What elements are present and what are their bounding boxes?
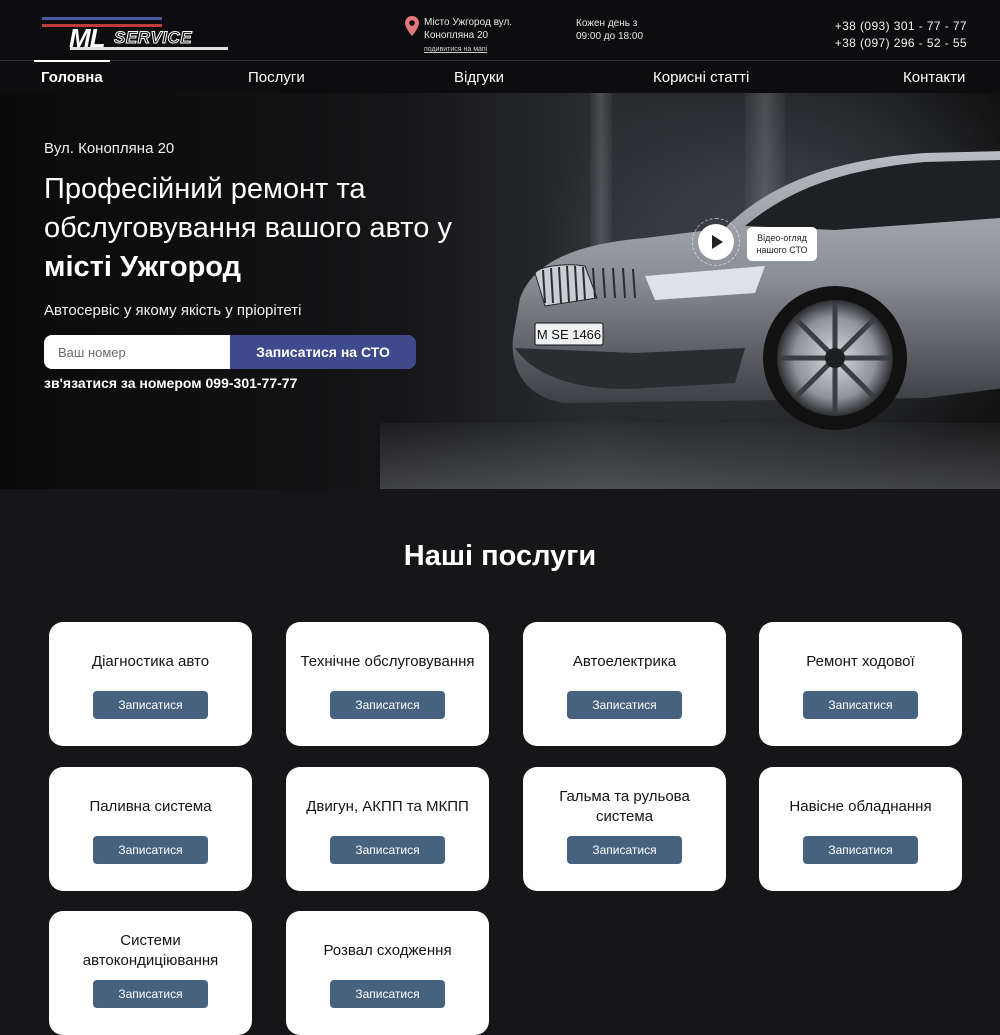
logo-ml-text: ML (69, 23, 106, 53)
service-card-title: Діагностика авто (57, 622, 244, 688)
hero-title-bold: місті Ужгород (44, 251, 242, 283)
service-book-button[interactable]: Записатися (330, 980, 445, 1008)
service-book-button[interactable]: Записатися (93, 691, 208, 719)
hours-line-1: Кожен день з (576, 18, 638, 29)
service-card-title-text: Розвал сходження (323, 942, 452, 959)
service-book-button[interactable]: Записатися (93, 980, 208, 1008)
service-card: Паливна система Записатися (49, 767, 252, 891)
service-card-title: Гальма та рульова система (531, 767, 718, 833)
phone-link-1[interactable]: +38 (093) 301 - 77 - 77 (835, 18, 967, 35)
service-card-title-text: Ремонт ходової (806, 653, 915, 670)
view-on-map-link[interactable]: подивитися на мапі (424, 43, 512, 56)
service-card-title-text: Системи автокондиціювання (82, 932, 219, 969)
hero-subtitle: Автосервіс у якому якість у пріорітеті (44, 302, 302, 319)
service-card-title-text: Навісне обладнання (789, 798, 932, 815)
license-plate-text: M SE 1466 (537, 327, 601, 342)
service-book-button[interactable]: Записатися (803, 836, 918, 864)
hero-address: Вул. Конопляна 20 (44, 140, 175, 157)
nav-item-reviews[interactable]: Відгуки (454, 69, 504, 86)
header-phones: +38 (093) 301 - 77 - 77 +38 (097) 296 - … (835, 18, 967, 52)
service-book-button[interactable]: Записатися (567, 691, 682, 719)
service-card-title-text: Двигун, АКПП та МКПП (306, 798, 469, 815)
call-number-text[interactable]: зв'язатися за номером 099-301-77-77 (44, 375, 297, 391)
service-book-button[interactable]: Записатися (93, 836, 208, 864)
hero-section: M SE 1466 Вул. Конопляна 20 Професійний … (0, 93, 1000, 489)
map-pin-icon (405, 16, 419, 36)
logo-stripe-blue (42, 17, 162, 20)
service-card-title: Автоелектрика (531, 622, 718, 688)
service-card: Ремонт ходової Записатися (759, 622, 962, 746)
service-card-title-text: Паливна система (89, 798, 212, 815)
service-card-title-text: Автоелектрика (572, 653, 677, 670)
working-hours: Кожен день з 09:00 до 18:00 (576, 17, 643, 43)
service-card: Розвал сходження Записатися (286, 911, 489, 1035)
phone-link-2[interactable]: +38 (097) 296 - 52 - 55 (835, 35, 967, 52)
service-book-button[interactable]: Записатися (330, 691, 445, 719)
nav-item-home[interactable]: Головна (34, 60, 110, 86)
service-card-title: Системи автокондиціювання (57, 911, 244, 977)
service-card: Навісне обладнання Записатися (759, 767, 962, 891)
service-card-title: Двигун, АКПП та МКПП (294, 767, 481, 833)
service-book-button[interactable]: Записатися (330, 836, 445, 864)
nav-item-contacts[interactable]: Контакти (903, 69, 965, 86)
address-line-2: Конопляна 20 (424, 30, 489, 41)
service-book-button[interactable]: Записатися (803, 691, 918, 719)
service-book-button[interactable]: Записатися (567, 836, 682, 864)
hero-title: Професійний ремонт та обслуговування ваш… (44, 170, 514, 287)
play-video-icon[interactable] (698, 224, 734, 260)
service-card-title-text: Діагностика авто (91, 653, 210, 670)
hero-title-regular: Професійний ремонт та обслуговування ваш… (44, 173, 452, 244)
service-card-title: Технічне обслуговування (294, 622, 481, 688)
service-card-title: Паливна система (57, 767, 244, 833)
nav-item-services[interactable]: Послуги (248, 69, 305, 86)
service-card: Технічне обслуговування Записатися (286, 622, 489, 746)
header-address: Місто Ужгород вул. Конопляна 20 подивити… (405, 16, 512, 56)
nav-item-articles[interactable]: Корисні статті (653, 69, 749, 86)
hours-line-2: 09:00 до 18:00 (576, 31, 644, 42)
address-line-1: Місто Ужгород вул. (424, 17, 513, 28)
service-card-title-text: Технічне обслуговування (300, 653, 475, 670)
service-card: Двигун, АКПП та МКПП Записатися (286, 767, 489, 891)
service-card: Автоелектрика Записатися (523, 622, 726, 746)
top-header: ML SERVICE Місто Ужгород вул. Конопляна … (0, 0, 1000, 60)
video-review-label[interactable]: Відео-огляд нашого СТО (747, 227, 817, 261)
main-nav: Головна Послуги Відгуки Корисні статті К… (0, 60, 1000, 93)
service-card: Гальма та рульова система Записатися (523, 767, 726, 891)
service-card-title: Розвал сходження (294, 911, 481, 977)
book-service-button[interactable]: Записатися на СТО (230, 335, 416, 369)
logo-service-text: SERVICE (113, 28, 193, 48)
service-card: Діагностика авто Записатися (49, 622, 252, 746)
phone-number-input[interactable] (44, 335, 232, 369)
service-card-title: Ремонт ходової (767, 622, 954, 688)
service-card-title: Навісне обладнання (767, 767, 954, 833)
service-card: Системи автокондиціювання Записатися (49, 911, 252, 1035)
ml-service-logo[interactable]: ML SERVICE (42, 14, 232, 54)
car-image: M SE 1466 (512, 151, 1000, 430)
services-title: Наші послуги (403, 540, 597, 572)
service-card-title-text: Гальма та рульова система (559, 788, 690, 825)
